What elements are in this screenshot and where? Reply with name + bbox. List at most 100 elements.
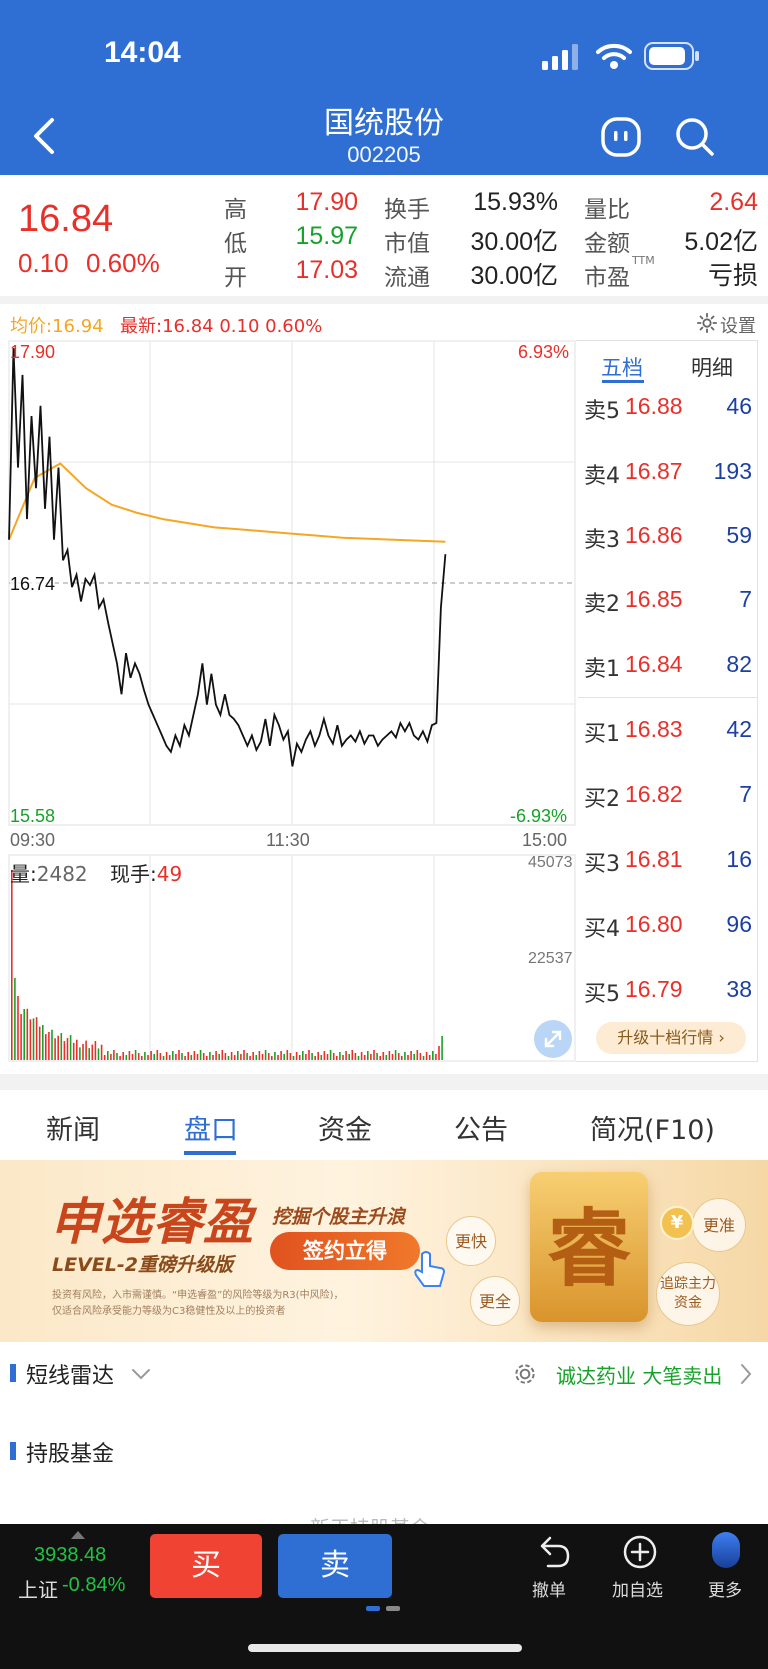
- intraday-price-chart: [8, 340, 576, 826]
- volume-bar: [397, 1053, 400, 1060]
- volume-bar: [332, 1053, 335, 1060]
- ask-row-4[interactable]: 卖4 16.87 193: [578, 452, 758, 492]
- bid-volume: 96: [726, 911, 752, 937]
- ask-price: 16.84: [625, 651, 683, 677]
- ask-volume: 193: [713, 458, 752, 484]
- tab-funds[interactable]: 资金: [318, 1108, 372, 1147]
- volume-bar: [224, 1053, 227, 1060]
- bid-row-3[interactable]: 买3 16.81 16: [578, 840, 758, 880]
- volume-bar: [125, 1055, 128, 1060]
- expand-button[interactable]: [534, 1020, 572, 1058]
- banner-bubble-track: 追踪主力资金: [656, 1262, 720, 1326]
- wifi-icon: [596, 43, 632, 69]
- bid-label: 买2: [584, 787, 620, 812]
- undo-icon[interactable]: [536, 1534, 572, 1570]
- buy-button[interactable]: 买: [150, 1534, 262, 1598]
- settings-link[interactable]: 设置: [720, 312, 756, 338]
- bid-price: 16.82: [625, 781, 683, 807]
- volume-bar: [339, 1052, 341, 1060]
- sell-button[interactable]: 卖: [278, 1534, 392, 1598]
- radar-title[interactable]: 短线雷达: [26, 1358, 114, 1390]
- banner-bubble-complete: 更全: [470, 1276, 520, 1326]
- robot-icon[interactable]: [600, 116, 642, 158]
- promo-banner[interactable]: 申选睿盈 LEVEL-2重磅升级版 挖掘个股主升浪 签约立得 投资有风险，入市需…: [0, 1160, 768, 1342]
- more-label[interactable]: 更多: [708, 1576, 742, 1601]
- volume-bar: [323, 1051, 326, 1060]
- volume-bar: [172, 1051, 174, 1060]
- chevron-down-icon[interactable]: [130, 1366, 152, 1382]
- banner-disclaimer-2: 仅适合风险承受能力等级为C3稳健性及以上的投资者: [52, 1306, 286, 1317]
- volume-bar: [249, 1056, 251, 1060]
- tab-indicator: [602, 380, 644, 383]
- volume-bar: [255, 1055, 258, 1060]
- volume-bar: [153, 1054, 155, 1060]
- bid-row-1[interactable]: 买1 16.83 42: [578, 710, 758, 750]
- bid-volume: 16: [726, 846, 752, 872]
- volume-bar: [209, 1052, 211, 1060]
- bid-row-5[interactable]: 买5 16.79 38: [578, 970, 758, 1010]
- mktcap-value: 30.00亿: [470, 228, 558, 256]
- index-name[interactable]: 上证: [18, 1574, 58, 1603]
- volume-bar: [280, 1051, 282, 1060]
- chevron-right-icon[interactable]: [738, 1362, 754, 1386]
- cancel-order-label[interactable]: 撤单: [532, 1576, 566, 1601]
- volume-bar: [60, 1033, 63, 1060]
- holding-funds-title: 持股基金: [26, 1442, 115, 1467]
- bid-volume: 7: [739, 781, 752, 807]
- battery-icon: [644, 42, 699, 70]
- volume-bar: [48, 1032, 50, 1060]
- ask-label: 卖1: [584, 657, 620, 682]
- settings-gear-icon[interactable]: [696, 312, 718, 334]
- upgrade-level10-button[interactable]: 升级十档行情 ›: [596, 1022, 746, 1054]
- time-end: 15:00: [522, 830, 568, 850]
- bid-row-2[interactable]: 买2 16.82 7: [578, 775, 758, 815]
- tab-profile-f10[interactable]: 简况(F10): [590, 1108, 715, 1147]
- volume-bar: [382, 1052, 385, 1060]
- volume-bar: [190, 1055, 193, 1060]
- volume-bar: [88, 1048, 90, 1060]
- ask-row-1[interactable]: 卖1 16.84 82: [578, 645, 758, 685]
- banner-cta-button[interactable]: 签约立得: [270, 1232, 420, 1270]
- tab-notice[interactable]: 公告: [454, 1108, 508, 1147]
- volume-bar: [438, 1046, 440, 1060]
- index-value[interactable]: 3938.48: [34, 1544, 106, 1567]
- add-watchlist-icon[interactable]: [622, 1534, 658, 1570]
- radar-settings-icon[interactable]: [512, 1361, 538, 1387]
- volume-bar: [128, 1051, 131, 1060]
- ask-volume: 7: [739, 586, 752, 612]
- add-watchlist-label[interactable]: 加自选: [612, 1576, 663, 1601]
- volume-bar: [63, 1041, 66, 1060]
- volume-bar: [131, 1054, 134, 1060]
- volume-bar: [407, 1055, 409, 1060]
- open-value: 17.03: [295, 256, 358, 284]
- volume-bar: [274, 1052, 276, 1060]
- banner-sub: LEVEL-2重磅升级版: [52, 1254, 233, 1276]
- tab-detail[interactable]: 明细: [668, 352, 756, 382]
- volume-bar: [218, 1054, 220, 1060]
- volume-bar: [385, 1055, 388, 1060]
- ask-price: 16.85: [625, 586, 683, 612]
- volume-bar: [45, 1034, 47, 1060]
- ask-row-3[interactable]: 卖3 16.86 59: [578, 516, 758, 556]
- volume-bar: [119, 1056, 121, 1060]
- tab-five-levels[interactable]: 五档: [578, 352, 666, 382]
- volume-bar: [14, 978, 16, 1060]
- radar-alert[interactable]: 诚达药业 大笔卖出: [556, 1360, 722, 1389]
- caret-up-icon[interactable]: [70, 1530, 86, 1540]
- tab-pankou[interactable]: 盘口: [184, 1108, 238, 1147]
- tab-news[interactable]: 新闻: [46, 1108, 100, 1147]
- index-change[interactable]: -0.84%: [62, 1574, 125, 1597]
- chart-top-pct: 6.93%: [518, 342, 570, 362]
- volume-bar: [271, 1056, 273, 1060]
- volume-bar: [29, 1019, 32, 1060]
- ask-label: 卖4: [584, 464, 620, 489]
- search-icon[interactable]: [674, 116, 716, 158]
- price-change-pct: 0.60%: [86, 248, 160, 278]
- vol-mid: 22537: [528, 950, 573, 967]
- more-icon[interactable]: [712, 1532, 740, 1568]
- ask-row-5[interactable]: 卖5 16.88 46: [578, 387, 758, 427]
- ask-row-2[interactable]: 卖2 16.85 7: [578, 580, 758, 620]
- bid-row-4[interactable]: 买4 16.80 96: [578, 905, 758, 945]
- volume-bar: [175, 1054, 177, 1060]
- order-book: [576, 340, 758, 1062]
